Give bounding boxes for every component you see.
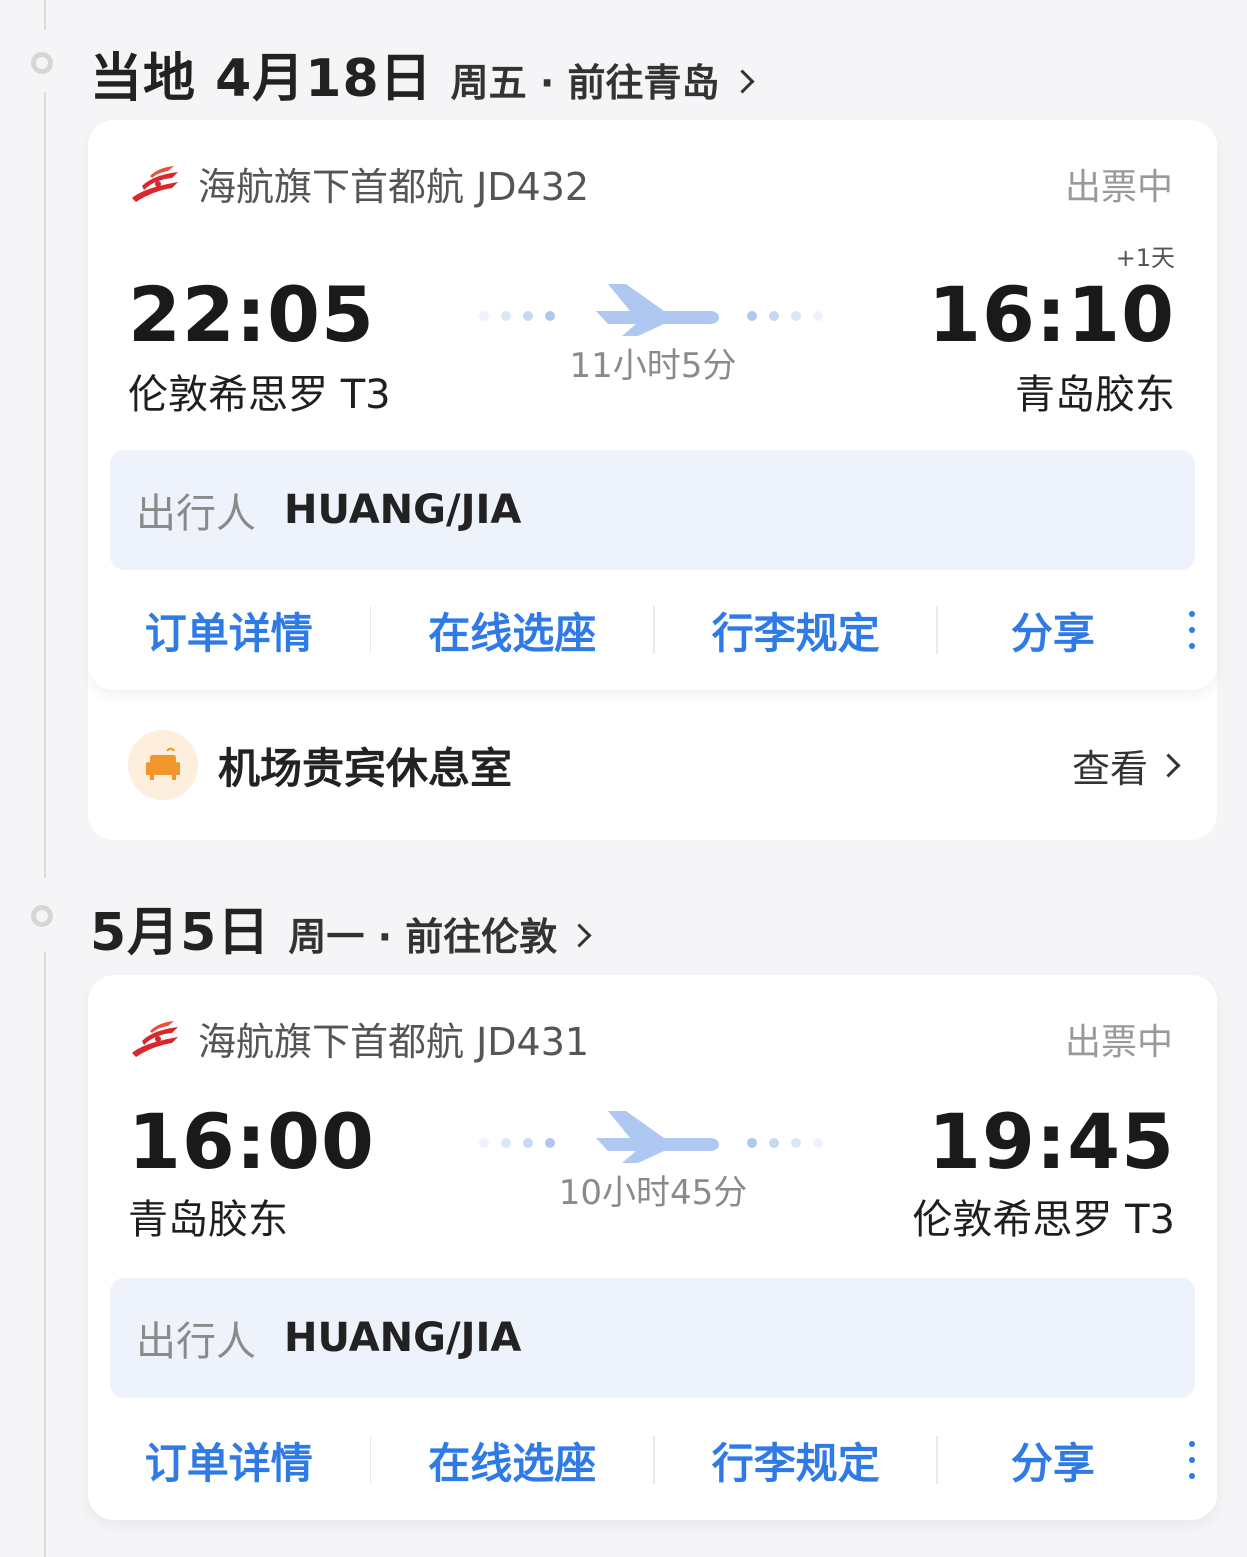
ticket-status: 出票中	[1064, 167, 1173, 208]
airport-lounge-row[interactable]: 机场贵宾休息室 查看	[88, 690, 1217, 840]
online-seat-selection-button[interactable]: 在线选座	[371, 600, 653, 661]
trip-weekday-destination: 周五 · 前往青岛	[450, 61, 720, 105]
departure-airport: 伦敦希思罗 T3	[128, 372, 391, 418]
ticket-status: 出票中	[1064, 1022, 1173, 1063]
lounge-view-link[interactable]: 查看	[1071, 738, 1181, 793]
timeline-dot	[31, 905, 53, 927]
flight-card: 海航旗下首都航 JD432 出票中 +1天 22:05 16:10 伦敦希思罗 …	[88, 120, 1217, 840]
flight-actions: 订单详情 在线选座 行李规定 分享	[88, 1420, 1217, 1500]
capital-airlines-logo-icon	[132, 165, 178, 202]
plane-icon	[479, 1111, 823, 1163]
more-vertical-icon[interactable]	[1167, 1441, 1217, 1479]
passenger-info: 出行人 HUANG/JIA	[110, 1278, 1195, 1398]
trip-date-header[interactable]: 当地 4月18日 周五 · 前往青岛	[90, 36, 755, 111]
share-button[interactable]: 分享	[938, 600, 1167, 661]
passenger-name: HUANG/JIA	[284, 487, 522, 533]
airline-flight-number: 海航旗下首都航 JD431	[198, 1020, 590, 1064]
arrival-time: 19:45	[928, 1097, 1175, 1186]
order-details-button[interactable]: 订单详情	[88, 1430, 370, 1491]
trip-date: 当地 4月18日	[90, 49, 433, 109]
plane-icon	[479, 284, 823, 336]
arrival-airport: 伦敦希思罗 T3	[912, 1197, 1175, 1243]
flight-card: 海航旗下首都航 JD431 出票中 16:00 19:45 青岛胶东 伦敦希思罗…	[88, 975, 1217, 1520]
lounge-label: 机场贵宾休息室	[218, 743, 513, 793]
chevron-right-icon	[567, 923, 592, 948]
airline-row: 海航旗下首都航 JD432	[128, 156, 589, 211]
plus-day-badge: +1天	[1115, 244, 1175, 272]
airline-flight-number: 海航旗下首都航 JD432	[198, 165, 590, 209]
flight-card-main[interactable]: 海航旗下首都航 JD431 出票中 16:00 19:45 青岛胶东 伦敦希思罗…	[88, 975, 1217, 1520]
trip-weekday-destination: 周一 · 前往伦敦	[288, 915, 558, 959]
airline-row: 海航旗下首都航 JD431	[128, 1011, 589, 1066]
timeline-line	[44, 92, 46, 878]
departure-time: 16:00	[128, 1097, 375, 1186]
share-button[interactable]: 分享	[938, 1430, 1167, 1491]
order-details-button[interactable]: 订单详情	[88, 600, 370, 661]
more-vertical-icon[interactable]	[1167, 611, 1217, 649]
departure-airport: 青岛胶东	[128, 1197, 288, 1243]
timeline-line	[44, 0, 46, 30]
chevron-right-icon	[730, 69, 755, 94]
passenger-name: HUANG/JIA	[284, 1315, 522, 1361]
baggage-rules-button[interactable]: 行李规定	[655, 600, 937, 661]
sofa-icon	[128, 730, 198, 800]
online-seat-selection-button[interactable]: 在线选座	[371, 1430, 653, 1491]
passenger-info: 出行人 HUANG/JIA	[110, 450, 1195, 570]
arrival-time: 16:10	[928, 270, 1175, 359]
flight-duration: 11小时5分	[569, 346, 737, 386]
flight-duration: 10小时45分	[558, 1173, 748, 1213]
flight-actions: 订单详情 在线选座 行李规定 分享	[88, 590, 1217, 670]
flight-card-main[interactable]: 海航旗下首都航 JD432 出票中 +1天 22:05 16:10 伦敦希思罗 …	[88, 120, 1217, 690]
chevron-right-icon	[1156, 752, 1181, 778]
lounge-view-label: 查看	[1071, 746, 1148, 791]
timeline-line	[44, 952, 46, 1557]
timeline-dot	[31, 52, 53, 74]
trip-date: 5月5日	[90, 903, 271, 963]
arrival-airport: 青岛胶东	[1015, 372, 1175, 418]
passenger-label: 出行人	[136, 1319, 256, 1365]
trip-date-header[interactable]: 5月5日 周一 · 前往伦敦	[90, 890, 592, 965]
capital-airlines-logo-icon	[132, 1020, 178, 1057]
passenger-label: 出行人	[136, 491, 256, 537]
departure-time: 22:05	[128, 270, 375, 359]
baggage-rules-button[interactable]: 行李规定	[655, 1430, 937, 1491]
